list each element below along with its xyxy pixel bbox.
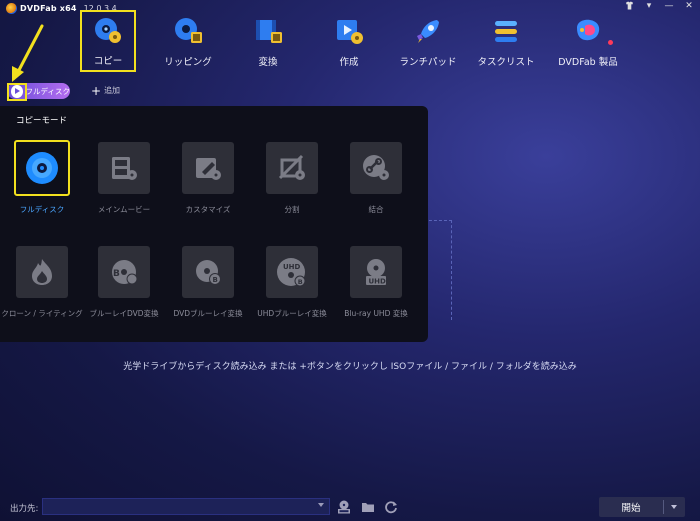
toolbar-tasklist-label: タスクリスト [477,57,535,68]
add-button-label: 追加 [104,86,121,95]
copy-mode-panel: コピーモード フルディスク メインムービー カスタマイズ 分割 結合 クローン … [0,106,428,342]
dvdfab-window: DVDFab x64 12.0.3.4 ▾ — ✕ コピー リッピング 変換 作… [0,0,700,521]
copy-disc-icon [93,16,123,46]
products-icon [573,16,613,46]
output-path-input[interactable] [42,498,330,515]
svg-text:B: B [298,278,303,286]
toolbar-create-label: 作成 [339,57,359,68]
dvd-to-bluray-icon: B [182,246,234,298]
full-disc-icon [14,140,70,196]
add-button[interactable]: + 追加 [91,83,121,98]
toolbar-launchpad-label: ランチパッド [399,57,457,68]
mode-main-movie[interactable]: メインムービー [82,142,166,215]
create-icon [334,16,364,46]
output-dropdown-arrow[interactable] [318,503,324,507]
folder-icon[interactable] [361,499,375,513]
bluray-to-dvd-icon: B [98,246,150,298]
merge-icon [350,142,402,194]
split-icon [266,142,318,194]
mode-clone-burn[interactable]: クローン / ライティング [0,246,84,319]
svg-text:UHD: UHD [283,263,301,271]
minimize-button[interactable]: — [664,1,674,13]
clone-burn-icon [16,246,68,298]
rocket-icon [413,16,443,46]
toolbar-create[interactable]: 作成 [319,10,379,76]
bottom-bar: 出力先: 開始 [0,496,700,521]
svg-text:B: B [213,276,218,284]
notification-dot [608,40,613,45]
mode-merge[interactable]: 結合 [334,142,418,215]
toolbar-products[interactable]: DVDFab 製品 [558,10,618,76]
mode-customize[interactable]: カスタマイズ [166,142,250,215]
customize-icon [182,142,234,194]
output-label: 出力先: [10,504,39,514]
bluray-to-uhd-icon: UHD [350,246,402,298]
svg-text:B: B [113,269,120,279]
mode-selector-label: フルディスク [25,86,70,96]
close-button[interactable]: ✕ [684,1,694,13]
convert-icon [253,16,283,46]
menu-button[interactable]: ▾ [644,1,654,13]
mode-bluray-to-uhd[interactable]: UHD Blu-ray UHD 変換 [334,246,418,319]
toolbar-convert[interactable]: 変換 [238,10,298,76]
start-button[interactable]: 開始 [599,497,685,517]
toolbar-ripping-label: リッピング [164,57,212,68]
start-options-dropdown[interactable] [671,505,677,509]
app-name: DVDFab x64 [20,4,77,13]
toolbar-copy[interactable]: コピー [80,10,136,72]
mode-full-disc[interactable]: フルディスク [0,140,84,215]
mode-label: カスタマイズ [185,205,231,214]
mode-split[interactable]: 分割 [250,142,334,215]
toolbar-tasklist[interactable]: タスクリスト [476,10,536,76]
start-button-divider [663,500,664,514]
start-button-label: 開始 [621,503,641,514]
yellow-arrow-annotation [12,24,44,82]
toolbar-launchpad[interactable]: ランチパッド [398,10,458,76]
mode-dvd-to-bluray[interactable]: B DVDブルーレイ変換 [166,246,250,319]
mode-label: 結合 [368,205,384,214]
toolbar-products-label: DVDFab 製品 [558,57,618,68]
load-hint-text: 光学ドライブからディスク読み込み または +ボタンをクリックし ISOファイル … [123,362,577,372]
dvdfab-logo-icon [6,3,17,14]
svg-text:UHD: UHD [369,278,387,286]
shirt-icon[interactable] [624,1,634,13]
plus-icon: + [91,83,102,98]
mode-label: DVDブルーレイ変換 [173,309,243,318]
uhd-to-bluray-icon: UHD B [266,246,318,298]
mode-label: フルディスク [19,205,65,214]
refresh-icon[interactable] [384,499,398,514]
iso-icon[interactable] [337,499,351,514]
tasklist-icon [491,16,521,46]
ripping-icon [173,16,203,46]
mode-bluray-to-dvd[interactable]: B ブルーレイDVD変換 [82,246,166,319]
toolbar-ripping[interactable]: リッピング [158,10,218,76]
copy-mode-title: コピーモード [16,116,68,126]
mode-label: UHDブルーレイ変換 [257,309,327,318]
window-controls: ▾ — ✕ [624,1,694,13]
mode-label: 分割 [284,205,300,214]
mode-label: ブルーレイDVD変換 [89,309,159,318]
highlight-frame [7,83,27,101]
toolbar-convert-label: 変換 [258,57,278,68]
mode-label: Blu-ray UHD 変換 [344,309,408,318]
mode-label: メインムービー [97,205,151,214]
toolbar-copy-label: コピー [93,56,123,67]
mode-uhd-to-bluray[interactable]: UHD B UHDブルーレイ変換 [250,246,334,319]
mode-label: クローン / ライティング [1,309,83,318]
main-movie-icon [98,142,150,194]
